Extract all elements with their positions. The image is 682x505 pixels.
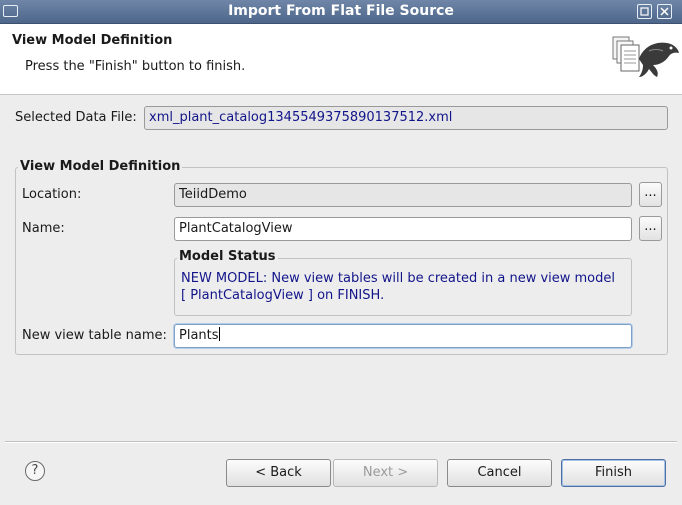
maximize-icon[interactable] bbox=[637, 4, 652, 19]
new-table-name-value: Plants bbox=[179, 328, 219, 343]
window-titlebar: Import From Flat File Source bbox=[0, 0, 682, 24]
text-cursor bbox=[218, 327, 220, 341]
help-icon[interactable]: ? bbox=[25, 461, 45, 481]
location-field[interactable]: TeiidDemo bbox=[174, 183, 632, 207]
location-browse-button[interactable]: ... bbox=[639, 182, 662, 207]
name-field[interactable]: PlantCatalogView bbox=[174, 217, 632, 241]
location-label: Location: bbox=[22, 187, 82, 202]
model-status-title: Model Status bbox=[177, 249, 278, 264]
button-bar-separator bbox=[5, 441, 677, 443]
cancel-button[interactable]: Cancel bbox=[447, 459, 552, 487]
page-title: View Model Definition bbox=[12, 33, 173, 48]
finish-button[interactable]: Finish bbox=[561, 459, 666, 487]
selected-file-field[interactable]: xml_plant_catalog1345549375890137512.xml bbox=[144, 106, 668, 130]
new-table-label: New view table name: bbox=[22, 328, 167, 343]
close-icon[interactable] bbox=[657, 4, 672, 19]
name-label: Name: bbox=[22, 221, 65, 236]
model-status-line-1: NEW MODEL: New view tables will be creat… bbox=[181, 271, 616, 286]
next-button[interactable]: Next > bbox=[333, 459, 438, 487]
window-title: Import From Flat File Source bbox=[228, 3, 454, 19]
selected-file-label: Selected Data File: bbox=[15, 110, 137, 125]
group-title: View Model Definition bbox=[18, 159, 183, 174]
wizard-header: View Model Definition Press the "Finish"… bbox=[0, 24, 682, 95]
page-message: Press the "Finish" button to finish. bbox=[25, 59, 246, 74]
new-table-name-field[interactable]: Plants bbox=[174, 324, 632, 348]
name-browse-button[interactable]: ... bbox=[639, 216, 662, 241]
model-status-message: NEW MODEL: New view tables will be creat… bbox=[181, 270, 626, 304]
teiid-wizard-icon bbox=[609, 29, 681, 85]
back-button[interactable]: < Back bbox=[226, 459, 331, 487]
model-status-line-2: [ PlantCatalogView ] on FINISH. bbox=[181, 288, 385, 303]
